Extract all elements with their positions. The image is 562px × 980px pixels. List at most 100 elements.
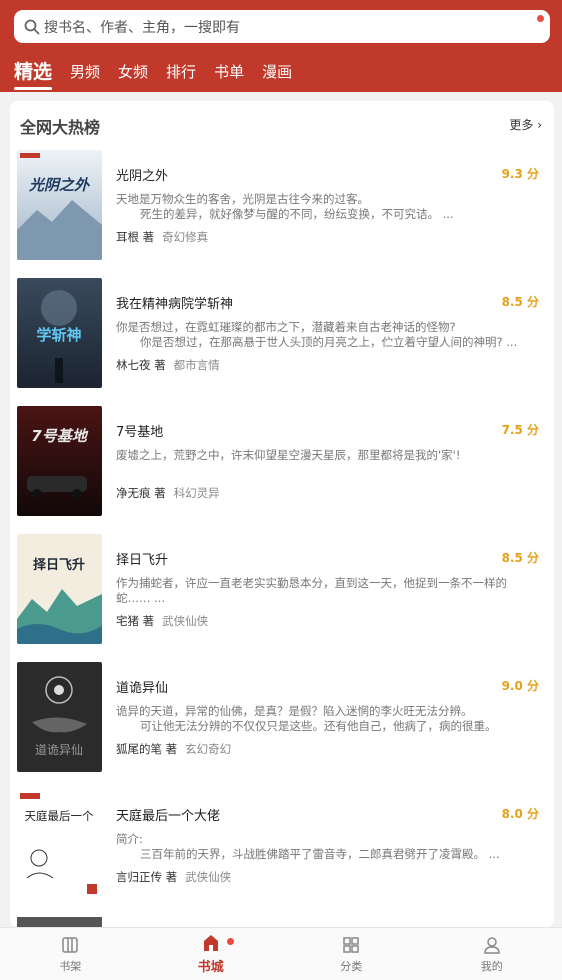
book-by: 著 — [154, 486, 166, 500]
nav-label: 书城 — [197, 960, 224, 975]
book-item[interactable]: 学斩神 我在精神病院学斩神 8.5 分 你是否想过，在霓虹璀璨的都市之下，潜藏着… — [17, 278, 547, 388]
desc-line-2: 三百年前的天界，斗战胜佛踏平了雷音寺，二郎真君劈开了凌霄殿。 ... — [140, 847, 500, 861]
book-meta: 净无痕 著科幻灵异 — [116, 485, 220, 501]
nav-profile[interactable]: 我的 — [422, 928, 562, 980]
book-author: 宅猪 — [116, 614, 139, 628]
book-by: 著 — [142, 230, 155, 244]
book-genre: 都市言情 — [173, 358, 220, 372]
book-author: 狐尾的笔 — [116, 742, 162, 756]
cover-title: 光阴之外 — [28, 176, 91, 194]
book-title: 我在精神病院学斩神 — [116, 297, 234, 312]
book-score: 9.3 分 — [501, 167, 539, 181]
book-cover: 择日飞升 — [17, 534, 102, 644]
cover-title: 7号基地 — [31, 427, 88, 445]
book-description: 诡异的天道，异常的仙佛，是真？是假？陷入迷惘的李火旺无法分辨。 可让他无法分辨的不… — [116, 704, 536, 734]
desc-line-1: 作为捕蛇者，许应一直老老实实勤恳本分，直到这一天，他捉到一条不一样的 — [116, 576, 507, 590]
book-genre: 武侠仙侠 — [162, 614, 209, 628]
book-by: 著 — [165, 742, 178, 756]
tab-booklist[interactable]: 书单 — [214, 60, 244, 84]
book-author: 净无痕 — [116, 486, 151, 500]
nav-label: 我的 — [480, 959, 503, 973]
book-cover: 光阴之外 — [17, 150, 102, 260]
book-meta: 林七夜 著都市言情 — [116, 357, 220, 373]
book-score: 8.0 分 — [501, 807, 539, 821]
desc-line-1: 废墟之上，荒野之中，许末仰望星空漫天星辰，那里都将是我的'家'! — [116, 448, 461, 462]
book-genre: 科幻灵异 — [173, 486, 220, 500]
notification-dot — [226, 938, 234, 945]
book-item[interactable]: 天庭最后一个 天庭最后一个大佬 8.0 分 简介: 三百年前的天界，斗战胜佛踏平了… — [17, 790, 547, 900]
desc-line-1: 你是否想过，在霓虹璀璨的都市之下，潜藏着来自古老神话的怪物? — [116, 320, 456, 334]
book-title: 道诡异仙 — [116, 681, 169, 696]
desc-line-1: 诡异的天道，异常的仙佛，是真？是假？陷入迷惘的李火旺无法分辨。 — [116, 704, 473, 718]
next-book-cover-partial — [17, 917, 102, 927]
book-cover: 天庭最后一个 — [17, 790, 102, 900]
nav-bookstore[interactable]: 书城 — [141, 928, 282, 980]
book-by: 著 — [165, 870, 178, 884]
book-meta: 耳根 著奇幻修真 — [116, 229, 208, 245]
tab-ranking[interactable]: 排行 — [166, 60, 196, 84]
book-by: 著 — [142, 614, 155, 628]
hot-list-card: 全网大热榜 更多 › 光阴之外 光阴之外 9.3 分 天地是万物众生的客舍，光阴… — [10, 101, 554, 927]
cover-title: 道诡异仙 — [35, 743, 83, 757]
book-description: 废墟之上，荒野之中，许末仰望星空漫天星辰，那里都将是我的'家'! — [116, 448, 536, 463]
book-cover: 学斩神 — [17, 278, 102, 388]
book-meta: 狐尾的笔 著玄幻奇幻 — [116, 741, 231, 757]
notification-dot — [537, 15, 544, 22]
book-item[interactable]: 7号基地 7号基地 7.5 分 废墟之上，荒野之中，许末仰望星空漫天星辰，那里都… — [17, 406, 547, 516]
book-author: 言归正传 — [116, 870, 162, 884]
book-author: 耳根 — [116, 230, 139, 244]
section-title: 全网大热榜 — [20, 118, 101, 137]
book-by: 著 — [154, 358, 166, 372]
top-header: 搜书名、作者、主角，一搜即有 精选 男频 女频 排行 书单 漫画 — [0, 0, 562, 92]
nav-category[interactable]: 分类 — [281, 928, 422, 980]
category-tabs: 精选 男频 女频 排行 书单 漫画 — [14, 56, 310, 90]
book-item[interactable]: 道诡异仙 道诡异仙 9.0 分 诡异的天道，异常的仙佛，是真？是假？陷入迷惘的李… — [17, 662, 547, 772]
book-score: 7.5 分 — [501, 423, 539, 437]
desc-line-1: 简介: — [116, 832, 143, 846]
book-title: 天庭最后一个大佬 — [116, 809, 221, 824]
tab-featured[interactable]: 精选 — [14, 60, 53, 90]
book-item[interactable]: 光阴之外 光阴之外 9.3 分 天地是万物众生的客舍，光阴是古往今来的过客。 死生… — [17, 150, 547, 260]
nav-label: 分类 — [340, 959, 363, 973]
search-placeholder: 搜书名、作者、主角，一搜即有 — [44, 19, 240, 36]
bottom-nav: 书架 书城 分类 我的 — [0, 927, 562, 980]
chevron-right-icon: › — [533, 118, 542, 132]
search-bar[interactable]: 搜书名、作者、主角，一搜即有 — [14, 10, 550, 43]
book-genre: 奇幻修真 — [162, 230, 209, 244]
tab-male[interactable]: 男频 — [70, 60, 100, 84]
book-title: 择日飞升 — [116, 553, 169, 568]
desc-line-2: 蛇…… ... — [116, 591, 166, 605]
book-genre: 玄幻奇幻 — [185, 742, 232, 756]
book-description: 你是否想过，在霓虹璀璨的都市之下，潜藏着来自古老神话的怪物? 你是否想过，在那高悬… — [116, 320, 536, 350]
desc-line-2: 死生的差异，就好像梦与醒的不同，纷纭变换，不可究诘。 ... — [140, 207, 454, 221]
desc-line-2: 可让他无法分辨的不仅仅只是这些。还有他自己，他病了，病的很重。 — [140, 719, 497, 733]
book-description: 简介: 三百年前的天界，斗战胜佛踏平了雷音寺，二郎真君劈开了凌霄殿。 ... — [116, 832, 536, 862]
cover-title: 天庭最后一个 — [25, 809, 94, 823]
book-genre: 武侠仙侠 — [185, 870, 232, 884]
cover-title: 择日飞升 — [33, 557, 85, 573]
search-icon — [24, 19, 40, 34]
book-item[interactable]: 择日飞升 择日飞升 8.5 分 作为捕蛇者，许应一直老老实实勤恳本分，直到这一天… — [17, 534, 547, 644]
book-author: 林七夜 — [116, 358, 151, 372]
tab-comics[interactable]: 漫画 — [262, 60, 292, 84]
nav-bookshelf[interactable]: 书架 — [0, 928, 141, 980]
book-title: 光阴之外 — [116, 169, 169, 184]
book-description: 作为捕蛇者，许应一直老老实实勤恳本分，直到这一天，他捉到一条不一样的 蛇…… ..… — [116, 576, 536, 606]
book-description: 天地是万物众生的客舍，光阴是古往今来的过客。 死生的差异，就好像梦与醒的不同，纷纭… — [116, 192, 536, 222]
bookshelf-icon — [62, 936, 78, 953]
book-meta: 宅猪 著武侠仙侠 — [116, 613, 208, 629]
book-meta: 言归正传 著武侠仙侠 — [116, 869, 231, 885]
desc-line-1: 天地是万物众生的客舍，光阴是古往今来的过客。 — [116, 192, 369, 206]
more-label: 更多 — [509, 118, 534, 132]
book-score: 8.5 分 — [501, 295, 539, 309]
profile-icon — [483, 936, 500, 954]
cover-title: 学斩神 — [36, 326, 81, 344]
bookstore-icon — [203, 935, 218, 951]
nav-label: 书架 — [59, 959, 82, 973]
book-cover: 7号基地 — [17, 406, 102, 516]
more-link[interactable]: 更多 › — [509, 116, 542, 133]
book-score: 9.0 分 — [501, 679, 539, 693]
tab-female[interactable]: 女频 — [118, 60, 148, 84]
book-cover: 道诡异仙 — [17, 662, 102, 772]
category-icon — [343, 936, 359, 953]
